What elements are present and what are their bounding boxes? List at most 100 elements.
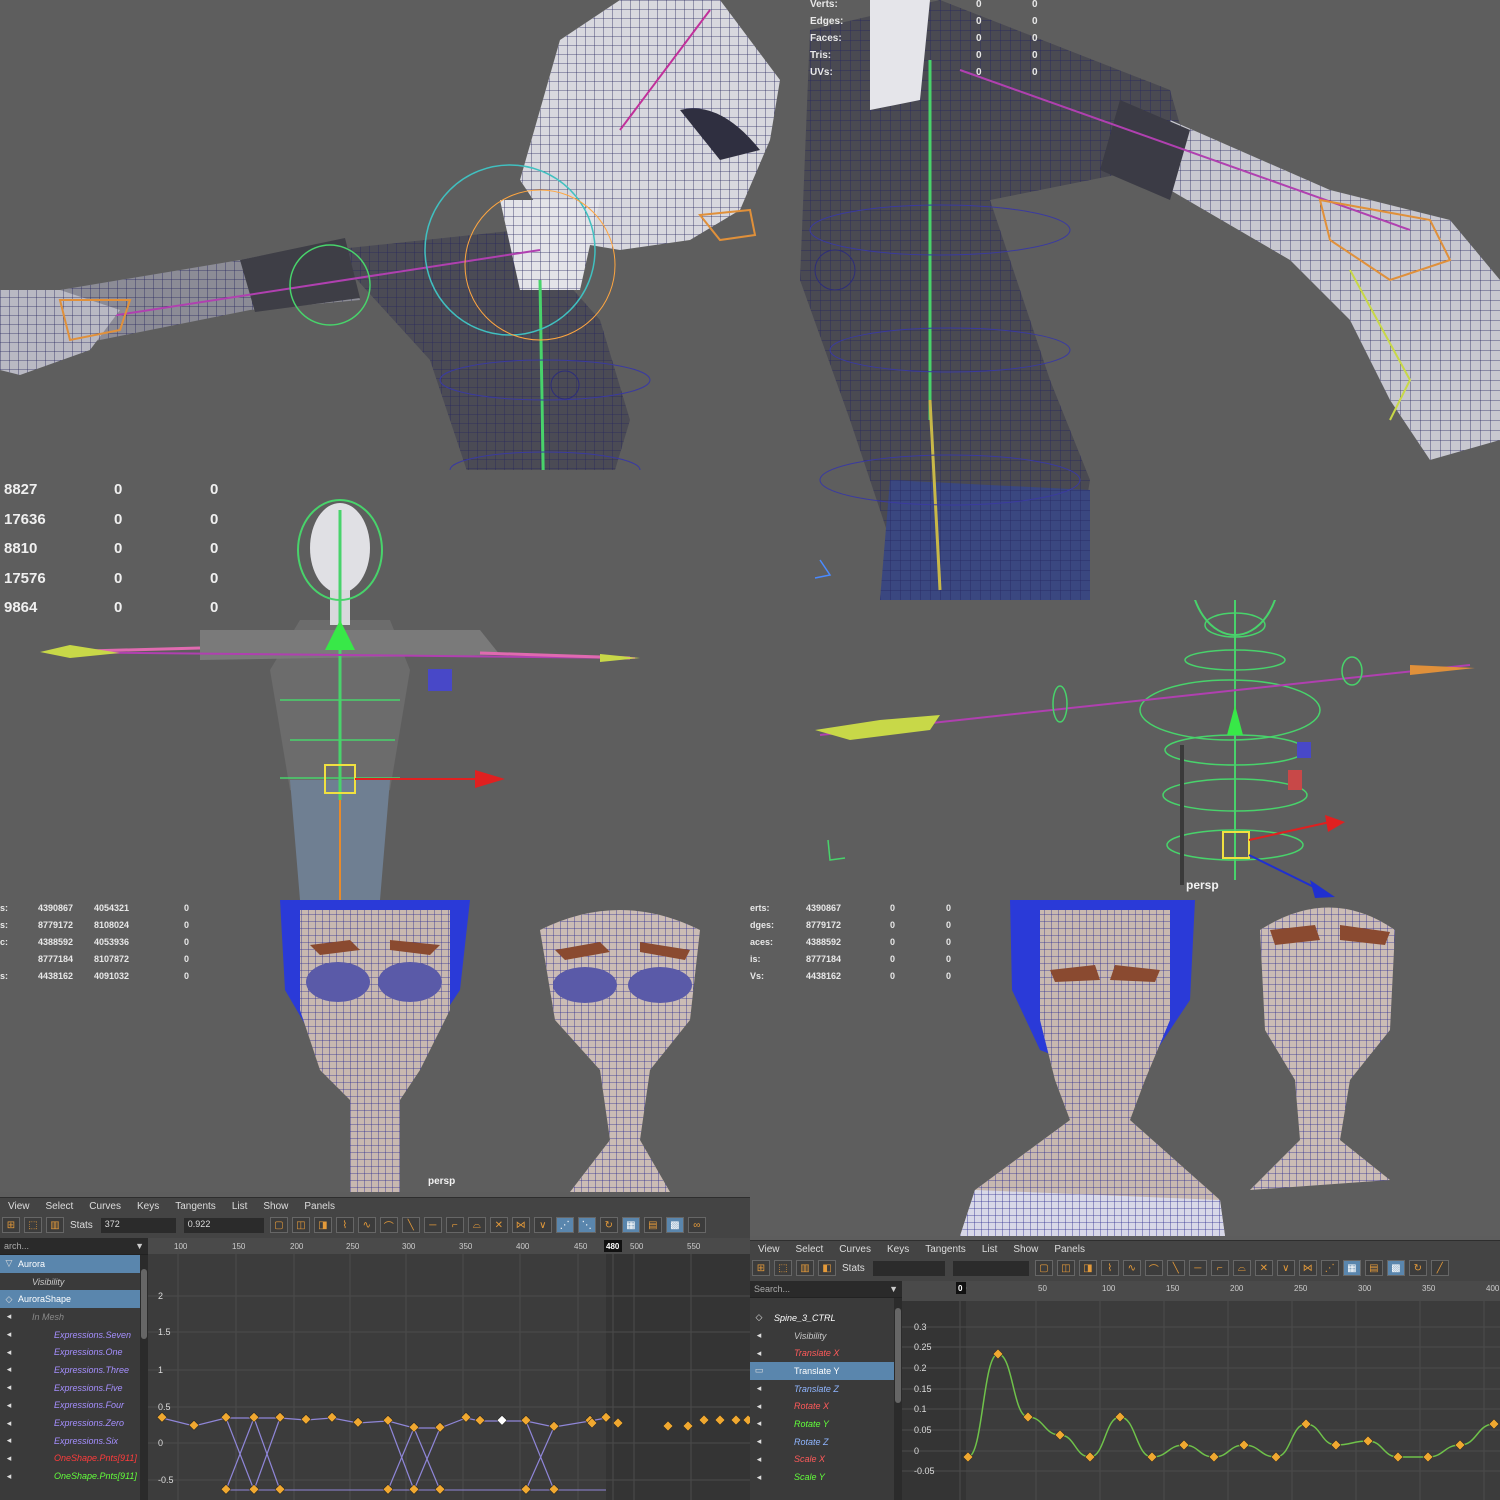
menu-tangents[interactable]: Tangents: [175, 1201, 216, 1212]
chevron-down-icon[interactable]: ▼: [135, 1241, 144, 1251]
region-icon[interactable]: ◧: [818, 1260, 836, 1276]
menu-panels[interactable]: Panels: [1054, 1244, 1085, 1255]
lock-tangent-weight-icon[interactable]: ⋱: [577, 1217, 596, 1233]
outliner-item[interactable]: ◂ Translate X: [750, 1344, 902, 1362]
stats-value-field[interactable]: 0.922: [183, 1217, 264, 1233]
value-snap-icon[interactable]: ▤: [1364, 1260, 1383, 1276]
outliner-item[interactable]: ▭ Translate Y: [750, 1362, 902, 1380]
graph-view[interactable]: 0 50 100 150 200 250 300 350 400 0 0.3 0.25 0.2 0.15 0…: [902, 1281, 1500, 1500]
auto-tangent-icon[interactable]: ⌇: [1100, 1260, 1119, 1276]
plateau-tangent-icon[interactable]: ⌓: [467, 1217, 486, 1233]
outliner-item[interactable]: ◂ OneShape.Pnts[911]: [0, 1467, 148, 1485]
channel-key-icon[interactable]: ◇: [0, 1294, 18, 1305]
time-snap-icon[interactable]: ▦: [1342, 1260, 1361, 1276]
flat-tangent-icon[interactable]: ─: [1188, 1260, 1207, 1276]
frame-playback-icon[interactable]: ◫: [291, 1217, 310, 1233]
outliner-item[interactable]: ◂ Expressions.Three: [0, 1361, 148, 1379]
move-key-icon[interactable]: ⊞: [752, 1260, 770, 1276]
channel-key-icon[interactable]: ◂: [750, 1383, 768, 1394]
outliner-item[interactable]: ◂ Visibility: [750, 1327, 902, 1345]
outliner-scrollbar[interactable]: [140, 1255, 148, 1500]
menu-select[interactable]: Select: [796, 1244, 824, 1255]
auto-tangent-icon[interactable]: ⌇: [335, 1217, 354, 1233]
channel-key-icon[interactable]: ▽: [0, 1258, 18, 1269]
stats-frame-field[interactable]: [872, 1260, 945, 1276]
chevron-down-icon[interactable]: ▼: [889, 1284, 898, 1294]
frame-playback-icon[interactable]: ◫: [1056, 1260, 1075, 1276]
spline-tangent-icon[interactable]: ∿: [1122, 1260, 1141, 1276]
outliner-item[interactable]: ◂ Expressions.Four: [0, 1397, 148, 1415]
channel-key-icon[interactable]: ◇: [750, 1312, 768, 1323]
stats-value-field[interactable]: [952, 1260, 1029, 1276]
channel-key-icon[interactable]: ◂: [750, 1436, 768, 1447]
outliner-search-input[interactable]: arch... ▼: [0, 1238, 148, 1255]
menu-view[interactable]: View: [758, 1244, 780, 1255]
channel-key-icon[interactable]: ◂: [750, 1401, 768, 1412]
channel-key-icon[interactable]: ◂: [0, 1471, 18, 1482]
menu-tangents[interactable]: Tangents: [925, 1244, 966, 1255]
lattice-icon[interactable]: ▥: [46, 1217, 64, 1233]
normalize-icon[interactable]: ▩: [1386, 1260, 1405, 1276]
auto-load-icon[interactable]: ↻: [599, 1217, 618, 1233]
outliner-item[interactable]: ◂ Expressions.Five: [0, 1379, 148, 1397]
channel-key-icon[interactable]: ◂: [0, 1347, 18, 1358]
menu-keys[interactable]: Keys: [137, 1201, 159, 1212]
buffer-curve-icon[interactable]: ✕: [489, 1217, 508, 1233]
plateau-tangent-icon[interactable]: ⌓: [1232, 1260, 1251, 1276]
normalize-icon[interactable]: ▩: [665, 1217, 684, 1233]
buffer-curve-icon[interactable]: ✕: [1254, 1260, 1273, 1276]
channel-key-icon[interactable]: ◂: [0, 1400, 18, 1411]
auto-load-icon[interactable]: ↻: [1408, 1260, 1427, 1276]
outliner-item[interactable]: ◂ Expressions.Seven: [0, 1326, 148, 1344]
menu-show[interactable]: Show: [1013, 1244, 1038, 1255]
outliner-item[interactable]: ◂ Scale X: [750, 1451, 902, 1469]
clamped-tangent-icon[interactable]: ⌒: [379, 1217, 398, 1233]
unify-tangents-icon[interactable]: ∨: [1276, 1260, 1295, 1276]
channel-key-icon[interactable]: ◂: [750, 1454, 768, 1465]
channel-key-icon[interactable]: ◂: [750, 1348, 768, 1359]
clamped-tangent-icon[interactable]: ⌒: [1144, 1260, 1163, 1276]
linear-tangent-icon[interactable]: ╲: [1166, 1260, 1185, 1276]
move-key-icon[interactable]: ⊞: [2, 1217, 20, 1233]
channel-key-icon[interactable]: ◂: [0, 1435, 18, 1446]
outliner-item[interactable]: ◂ Translate Z: [750, 1380, 902, 1398]
graph-editor-outliner[interactable]: Search... ▼ ◇ Spine_3_CTRL ◂ Visibility ◂ Tran…: [750, 1281, 902, 1500]
graph-editor-outliner[interactable]: arch... ▼ ▽ Aurora Visibility ◇ AuroraShape ◂ I…: [0, 1238, 148, 1500]
channel-key-icon[interactable]: ◂: [0, 1364, 18, 1375]
channel-key-icon[interactable]: ◂: [0, 1329, 18, 1340]
frame-all-icon[interactable]: ▢: [1034, 1260, 1053, 1276]
linear-tangent-icon[interactable]: ╲: [401, 1217, 420, 1233]
channel-key-icon[interactable]: ▭: [750, 1365, 768, 1376]
menu-list[interactable]: List: [232, 1201, 248, 1212]
outliner-item[interactable]: ◂ In Mesh: [0, 1308, 148, 1326]
menu-show[interactable]: Show: [263, 1201, 288, 1212]
center-view-icon[interactable]: ◨: [313, 1217, 332, 1233]
scrollbar-thumb[interactable]: [895, 1308, 901, 1403]
scrollbar-thumb[interactable]: [141, 1269, 147, 1339]
lattice-icon[interactable]: ▥: [796, 1260, 814, 1276]
channel-key-icon[interactable]: ◂: [0, 1418, 18, 1429]
channel-key-icon[interactable]: ◂: [0, 1311, 18, 1322]
menu-view[interactable]: View: [8, 1201, 30, 1212]
viewport-mid-right[interactable]: persp: [760, 600, 1500, 900]
channel-key-icon[interactable]: ◂: [750, 1330, 768, 1341]
viewport-bottom-right[interactable]: erts: 4390867 0 0 dges: 8779172 0 0 aces: 43885…: [750, 900, 1500, 1236]
step-tangent-icon[interactable]: ⌐: [445, 1217, 464, 1233]
outliner-item[interactable]: ◇ AuroraShape: [0, 1290, 148, 1309]
break-tangents-icon[interactable]: ⋈: [511, 1217, 530, 1233]
break-tangents-icon[interactable]: ⋈: [1298, 1260, 1317, 1276]
outliner-search-input[interactable]: Search... ▼: [750, 1281, 902, 1298]
animation-curve-plot[interactable]: 10015020025030035040045048050055048021.5…: [148, 1238, 750, 1500]
outliner-item[interactable]: ◂ Expressions.One: [0, 1343, 148, 1361]
free-tangent-weight-icon[interactable]: ⋰: [555, 1217, 574, 1233]
outliner-item[interactable]: ▽ Aurora: [0, 1255, 148, 1273]
insert-key-icon[interactable]: ⬚: [24, 1217, 42, 1233]
channel-key-icon[interactable]: ◂: [0, 1382, 18, 1393]
graph-editor-left[interactable]: View Select Curves Keys Tangents List Sh…: [0, 1197, 750, 1500]
channel-key-icon[interactable]: ◂: [750, 1472, 768, 1483]
outliner-scrollbar[interactable]: [894, 1298, 902, 1500]
channel-key-icon[interactable]: ◂: [0, 1453, 18, 1464]
graph-editor-right[interactable]: View Select Curves Keys Tangents List Sh…: [750, 1240, 1500, 1500]
viewport-top-right[interactable]: Verts: 0 0 Edges: 0 0 Faces: 0 0 Tris: 0 0 UVs: 0…: [790, 0, 1500, 600]
menu-select[interactable]: Select: [46, 1201, 74, 1212]
